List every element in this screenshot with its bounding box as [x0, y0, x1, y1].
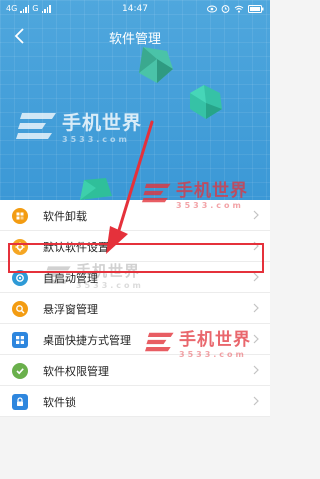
decorative-polygon-right	[190, 85, 222, 119]
menu-item-label: 软件锁	[43, 396, 76, 409]
watermark-site: 3533.com	[76, 281, 144, 290]
watermark-logo-icon	[16, 113, 56, 139]
shortcut-icon	[12, 332, 28, 348]
menu-item-app-lock[interactable]: 软件锁	[0, 386, 270, 417]
uninstall-icon	[12, 208, 28, 224]
watermark-site: 3533.com	[179, 350, 247, 359]
watermark-brand: 手机世界	[76, 262, 141, 280]
watermark-logo-icon	[44, 266, 71, 284]
floating-window-icon	[12, 301, 28, 317]
chevron-right-icon	[253, 272, 259, 282]
default-app-icon	[12, 239, 28, 255]
chevron-right-icon	[253, 210, 259, 220]
watermark-site: 3533.com	[176, 201, 244, 210]
menu-item-floating-window[interactable]: 悬浮窗管理	[0, 293, 270, 324]
watermark-brand: 手机世界	[179, 330, 251, 350]
menu-item-label: 桌面快捷方式管理	[43, 334, 131, 347]
watermark-logo: 手机世界 3533.com	[44, 260, 144, 290]
chevron-right-icon	[253, 334, 259, 344]
wifi-icon	[234, 5, 244, 13]
chevron-right-icon	[253, 396, 259, 406]
watermark-logo: 手机世界 3533.com	[145, 325, 251, 359]
battery-icon	[248, 4, 264, 13]
chevron-right-icon	[253, 365, 259, 375]
autostart-icon	[12, 270, 28, 286]
eye-icon	[207, 5, 217, 12]
permission-icon	[12, 363, 28, 379]
watermark-logo-icon	[145, 332, 174, 352]
annotation-arrow-icon	[106, 120, 154, 254]
chevron-right-icon	[253, 303, 259, 313]
app-lock-icon	[12, 394, 28, 410]
watermark-brand: 手机世界	[176, 181, 248, 201]
status-icons	[207, 4, 264, 13]
title-bar: 软件管理	[0, 22, 270, 50]
menu-item-label: 软件权限管理	[43, 365, 109, 378]
page-title: 软件管理	[108, 32, 161, 47]
menu-item-label: 悬浮窗管理	[43, 303, 98, 316]
menu-item-permissions[interactable]: 软件权限管理	[0, 355, 270, 386]
chevron-right-icon	[253, 241, 259, 251]
status-bar: 4G G 14:47	[0, 0, 270, 18]
alarm-icon	[221, 5, 230, 13]
decorative-polygon-top	[139, 47, 173, 83]
menu-item-label: 软件卸载	[43, 210, 87, 223]
